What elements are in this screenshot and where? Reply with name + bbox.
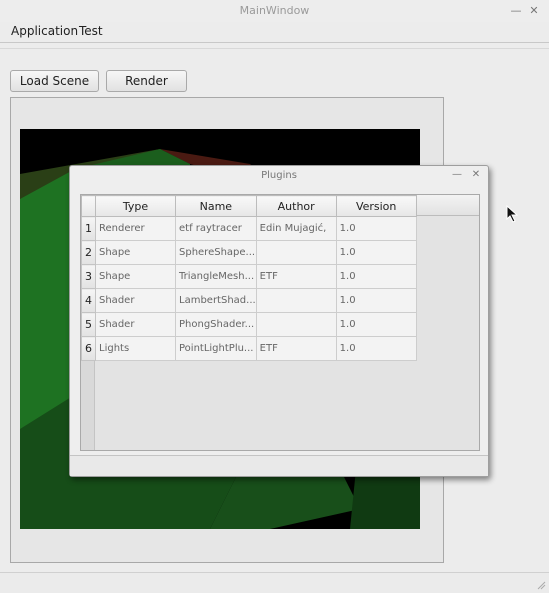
status-bar bbox=[0, 572, 549, 593]
table-row[interactable]: 5 Shader PhongShader... 1.0 bbox=[81, 312, 417, 337]
size-grip-icon[interactable] bbox=[536, 580, 546, 590]
cell-name[interactable]: PhongShader... bbox=[175, 312, 257, 337]
row-header[interactable]: 2 bbox=[81, 240, 96, 265]
menu-application[interactable]: Application bbox=[9, 24, 80, 38]
cell-type[interactable]: Shader bbox=[95, 288, 176, 313]
cell-version[interactable]: 1.0 bbox=[335, 288, 417, 313]
row-header[interactable]: 4 bbox=[81, 288, 96, 313]
cell-type[interactable]: Shader bbox=[95, 312, 176, 337]
window-titlebar[interactable]: MainWindow — ✕ bbox=[0, 0, 549, 23]
table-row[interactable]: 2 Shape SphereShape... 1.0 bbox=[81, 240, 417, 265]
table-row[interactable]: 4 Shader LambertShad... 1.0 bbox=[81, 288, 417, 313]
column-header-type[interactable]: Type bbox=[95, 195, 176, 217]
menu-test[interactable]: Test bbox=[77, 24, 105, 38]
header-filler bbox=[415, 195, 479, 216]
table-row[interactable]: 6 Lights PointLightPlu... ETF 1.0 bbox=[81, 336, 417, 361]
cell-version[interactable]: 1.0 bbox=[335, 312, 417, 337]
cell-author[interactable] bbox=[255, 312, 337, 337]
toolbar-separator bbox=[0, 42, 549, 49]
row-header[interactable]: 3 bbox=[81, 264, 96, 289]
column-header-author[interactable]: Author bbox=[255, 195, 337, 217]
cell-type[interactable]: Lights bbox=[95, 336, 176, 361]
cell-author[interactable]: ETF bbox=[255, 264, 337, 289]
column-header-version[interactable]: Version bbox=[335, 195, 417, 217]
cell-type[interactable]: Shape bbox=[95, 264, 176, 289]
cell-author[interactable]: Edin Mujagić, bbox=[255, 216, 337, 241]
column-header-name[interactable]: Name bbox=[175, 195, 257, 217]
corner-button[interactable] bbox=[81, 195, 96, 217]
cell-version[interactable]: 1.0 bbox=[335, 216, 417, 241]
cell-name[interactable]: etf raytracer bbox=[175, 216, 257, 241]
cell-name[interactable]: LambertShad... bbox=[175, 288, 257, 313]
menu-bar: Application Test bbox=[0, 22, 549, 43]
cell-author[interactable] bbox=[255, 240, 337, 265]
minimize-icon[interactable]: — bbox=[509, 4, 523, 18]
row-header[interactable]: 5 bbox=[81, 312, 96, 337]
plugins-table[interactable]: Type Name Author Version 1 Renderer etf … bbox=[80, 194, 480, 451]
dialog-title: Plugins bbox=[261, 170, 297, 181]
table-row[interactable]: 1 Renderer etf raytracer Edin Mujagić, 1… bbox=[81, 216, 417, 241]
cell-author[interactable] bbox=[255, 288, 337, 313]
minimize-icon[interactable]: — bbox=[451, 169, 463, 180]
dialog-status-bar bbox=[70, 455, 488, 476]
table-row[interactable]: 3 Shape TriangleMesh... ETF 1.0 bbox=[81, 264, 417, 289]
cell-version[interactable]: 1.0 bbox=[335, 336, 417, 361]
cell-name[interactable]: TriangleMesh... bbox=[175, 264, 257, 289]
cell-name[interactable]: PointLightPlu... bbox=[175, 336, 257, 361]
close-icon[interactable]: ✕ bbox=[527, 4, 541, 18]
cell-type[interactable]: Renderer bbox=[95, 216, 176, 241]
cell-version[interactable]: 1.0 bbox=[335, 240, 417, 265]
cell-version[interactable]: 1.0 bbox=[335, 264, 417, 289]
window-title: MainWindow bbox=[239, 4, 310, 17]
render-button[interactable]: Render bbox=[106, 70, 187, 92]
cell-name[interactable]: SphereShape... bbox=[175, 240, 257, 265]
mouse-cursor-icon bbox=[506, 205, 518, 223]
cell-type[interactable]: Shape bbox=[95, 240, 176, 265]
close-icon[interactable]: ✕ bbox=[470, 169, 482, 180]
plugins-dialog[interactable]: Plugins — ✕ Type Name Author Version 1 R… bbox=[69, 165, 489, 477]
cell-author[interactable]: ETF bbox=[255, 336, 337, 361]
row-header[interactable]: 1 bbox=[81, 216, 96, 241]
row-header[interactable]: 6 bbox=[81, 336, 96, 361]
load-scene-button[interactable]: Load Scene bbox=[10, 70, 99, 92]
